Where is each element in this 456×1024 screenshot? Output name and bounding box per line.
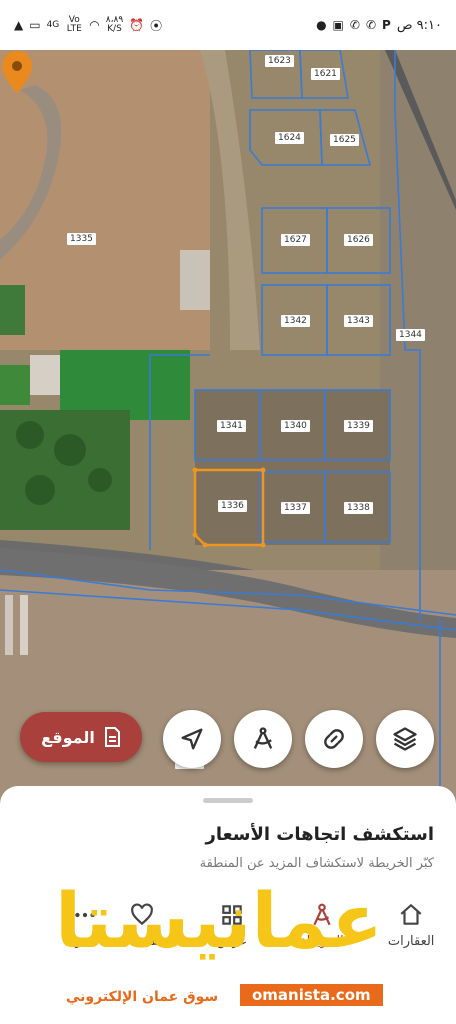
status-left: ▲ ▭ 4G Vo LTE ◠ ٨،٨٩ K/S ⏰ ⦿: [14, 16, 162, 34]
plot-label[interactable]: 1338: [344, 502, 373, 514]
satellite-map[interactable]: 1623 1621 1624 1625 1335 1627 1626 1342 …: [0, 50, 456, 800]
alarm-icon: ⏰: [129, 18, 145, 32]
location-status-icon: ⦿: [150, 18, 163, 33]
document-icon: [104, 727, 120, 747]
plot-label[interactable]: 1335: [67, 233, 96, 245]
layers-button[interactable]: [376, 710, 434, 768]
app-notification-icon: ▣: [332, 18, 344, 32]
plot-label[interactable]: 1340: [281, 420, 310, 432]
plot-label[interactable]: 1344: [396, 329, 425, 341]
plot-label[interactable]: 1342: [281, 315, 310, 327]
location-button[interactable]: الموقع: [20, 712, 142, 762]
network-type: 4G: [46, 19, 60, 30]
navigate-button[interactable]: [163, 710, 221, 768]
plot-label-selected[interactable]: 1336: [218, 500, 247, 512]
map-pin-icon[interactable]: [0, 50, 34, 94]
volte-indicator: Vo LTE: [66, 15, 82, 34]
navigation-arrow-icon: [181, 728, 203, 750]
clock: ٩:١٠ ص: [396, 17, 442, 33]
parking-icon: P: [382, 18, 391, 32]
plot-label[interactable]: 1343: [344, 315, 373, 327]
plot-label[interactable]: 1341: [217, 420, 246, 432]
plot-label[interactable]: 1339: [344, 420, 373, 432]
dot-icon: ●: [316, 18, 327, 32]
layers-icon: [393, 727, 417, 751]
compass-measure-icon: [253, 727, 273, 749]
watermark-url: omanista.com: [240, 984, 383, 1006]
plot-label[interactable]: 1337: [281, 502, 310, 514]
measure-button[interactable]: [234, 710, 292, 768]
plot-label[interactable]: 1625: [330, 134, 359, 146]
net-speed: ٨،٨٩ K/S: [105, 15, 124, 34]
alert-icon: ▲: [14, 18, 24, 32]
link-button[interactable]: [305, 710, 363, 768]
plot-label[interactable]: 1624: [275, 132, 304, 144]
whatsapp-icon: ✆: [349, 18, 360, 32]
watermark-brand: عمانيستا: [55, 876, 385, 965]
whatsapp-icon-2: ✆: [365, 18, 377, 32]
sheet-subtitle: كبّر الخريطة لاستكشاف المزيد عن المنطقة: [199, 856, 434, 871]
battery-icon: ▭: [29, 18, 41, 32]
link-icon: [324, 729, 344, 749]
watermark-tagline: سوق عمان الإلكتروني: [66, 989, 219, 1005]
nav-label: العقارات: [387, 934, 435, 949]
location-label: الموقع: [41, 727, 95, 747]
plot-label[interactable]: 1627: [281, 234, 310, 246]
sheet-drag-handle[interactable]: [203, 798, 253, 803]
plot-label[interactable]: 1623: [265, 55, 294, 67]
plot-label[interactable]: 1621: [311, 68, 340, 80]
status-bar: ▲ ▭ 4G Vo LTE ◠ ٨،٨٩ K/S ⏰ ⦿ ● ▣ ✆ ✆ P ٩:…: [0, 0, 456, 50]
plot-label[interactable]: 1626: [344, 234, 373, 246]
wifi-icon: ◠: [89, 18, 100, 32]
status-right: ● ▣ ✆ ✆ P ٩:١٠ ص: [316, 18, 442, 33]
home-icon: [400, 904, 422, 925]
sheet-title: استكشف اتجاهات الأسعار: [205, 824, 434, 845]
